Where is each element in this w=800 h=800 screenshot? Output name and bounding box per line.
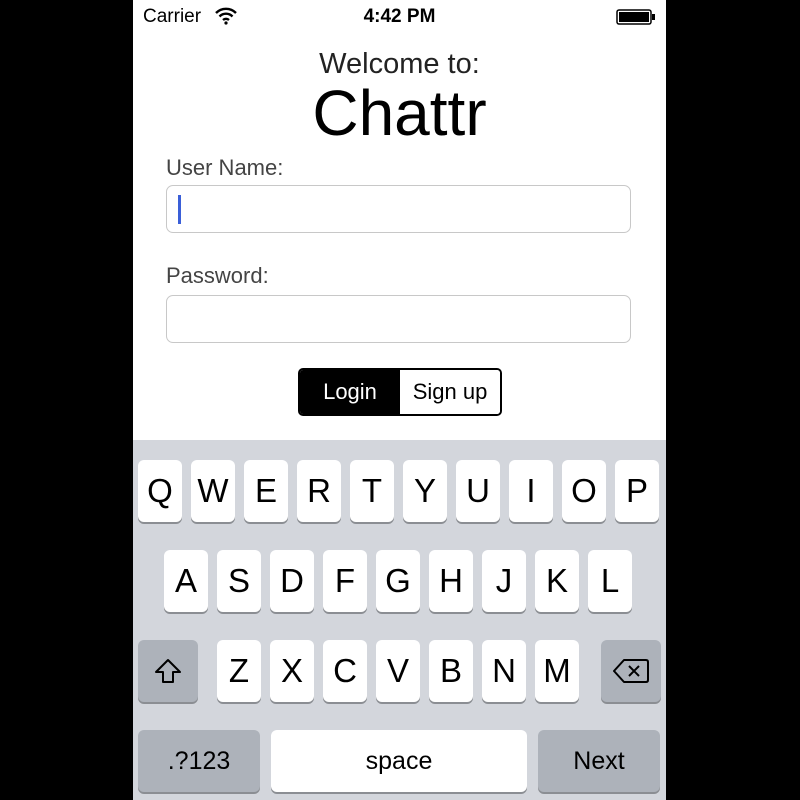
key-l[interactable]: L — [588, 550, 632, 612]
space-key[interactable]: space — [271, 730, 527, 792]
backspace-icon — [613, 659, 649, 683]
password-label: Password: — [166, 263, 269, 288]
status-bar: Carrier 4:42 PM — [133, 0, 666, 34]
key-f[interactable]: F — [323, 550, 367, 612]
key-k[interactable]: K — [535, 550, 579, 612]
next-key[interactable]: Next — [538, 730, 660, 792]
key-w[interactable]: W — [191, 460, 235, 522]
battery-icon — [616, 9, 655, 25]
signup-segment[interactable]: Sign up — [400, 370, 500, 414]
phone-screen: Carrier 4:42 PM Welcome to: Chattr User … — [133, 0, 666, 800]
shift-icon — [155, 659, 181, 683]
key-c[interactable]: C — [323, 640, 367, 702]
key-h[interactable]: H — [429, 550, 473, 612]
numbers-key[interactable]: .?123 — [138, 730, 260, 792]
key-q[interactable]: Q — [138, 460, 182, 522]
key-i[interactable]: I — [509, 460, 553, 522]
key-b[interactable]: B — [429, 640, 473, 702]
key-j[interactable]: J — [482, 550, 526, 612]
app-title: Chattr — [312, 77, 487, 149]
key-p[interactable]: P — [615, 460, 659, 522]
auth-segmented-control: Login Sign up — [298, 368, 502, 416]
key-z[interactable]: Z — [217, 640, 261, 702]
key-u[interactable]: U — [456, 460, 500, 522]
password-input[interactable] — [166, 295, 631, 343]
key-s[interactable]: S — [217, 550, 261, 612]
key-o[interactable]: O — [562, 460, 606, 522]
key-v[interactable]: V — [376, 640, 420, 702]
key-d[interactable]: D — [270, 550, 314, 612]
key-n[interactable]: N — [482, 640, 526, 702]
keyboard: Q W E R T Y U I O P A S D F G H J K L Z … — [133, 440, 666, 800]
delete-key[interactable] — [601, 640, 661, 702]
text-cursor — [178, 195, 181, 224]
username-input[interactable] — [166, 185, 631, 233]
key-x[interactable]: X — [270, 640, 314, 702]
status-time: 4:42 PM — [363, 6, 436, 27]
key-a[interactable]: A — [164, 550, 208, 612]
username-label: User Name: — [166, 155, 284, 180]
shift-key[interactable] — [138, 640, 198, 702]
login-segment[interactable]: Login — [300, 370, 400, 414]
key-r[interactable]: R — [297, 460, 341, 522]
key-m[interactable]: M — [535, 640, 579, 702]
key-t[interactable]: T — [350, 460, 394, 522]
key-e[interactable]: E — [244, 460, 288, 522]
key-g[interactable]: G — [376, 550, 420, 612]
key-y[interactable]: Y — [403, 460, 447, 522]
